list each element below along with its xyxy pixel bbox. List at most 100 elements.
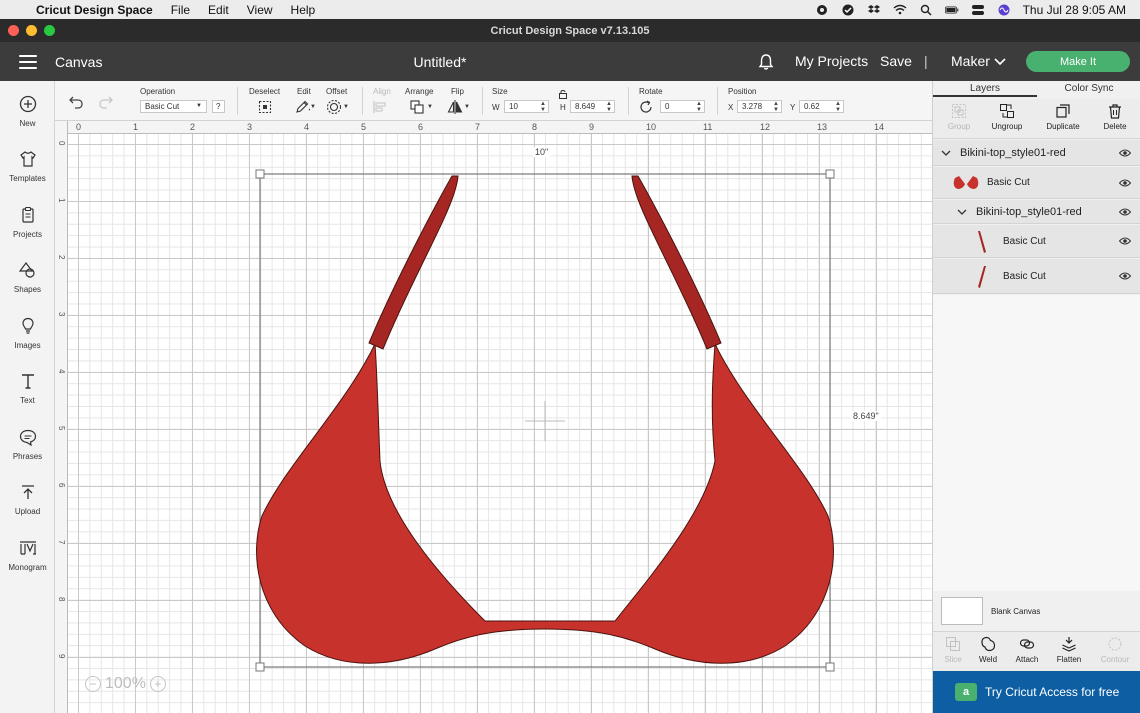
layer-row[interactable]: Basic Cut — [933, 225, 1140, 258]
edit-pen-icon[interactable] — [294, 99, 310, 115]
zoom-in-icon[interactable]: + — [149, 676, 166, 692]
layer-row[interactable]: Basic Cut — [933, 259, 1140, 294]
zoom-window-button[interactable] — [44, 25, 55, 36]
visibility-eye-icon[interactable] — [1119, 208, 1131, 216]
my-projects-link[interactable]: My Projects — [795, 53, 868, 69]
layer-subgroup-row[interactable]: Bikini-top_style01-red — [933, 200, 1140, 224]
offset-dropdown-arrow-icon[interactable]: ▼ — [343, 104, 349, 110]
sidebar-item-monogram[interactable]: Monogram — [0, 531, 55, 581]
arrange-icon[interactable] — [409, 99, 425, 115]
sidebar-item-images[interactable]: Images — [0, 309, 55, 359]
left-strap[interactable] — [368, 175, 459, 350]
layer-thumbnail-icon — [978, 266, 986, 288]
layer-row[interactable]: Basic Cut — [933, 167, 1140, 199]
chevron-down-icon[interactable] — [941, 148, 951, 158]
chevron-down-icon[interactable] — [993, 54, 1007, 68]
sidebar-item-templates[interactable]: Templates — [0, 142, 55, 192]
attach-button[interactable]: Attach — [1007, 636, 1047, 664]
sidebar-item-text[interactable]: Text — [0, 364, 55, 414]
deselect-icon[interactable] — [257, 99, 273, 115]
sidebar-item-upload[interactable]: Upload — [0, 475, 55, 525]
check-circle-icon[interactable] — [841, 4, 855, 16]
menu-file[interactable]: File — [171, 3, 190, 17]
flip-icon[interactable] — [447, 99, 463, 115]
zoom-out-icon[interactable]: − — [85, 676, 101, 692]
tab-color-sync[interactable]: Color Sync — [1037, 81, 1140, 97]
arrange-dropdown-arrow-icon[interactable]: ▼ — [427, 104, 433, 110]
cricut-access-banner[interactable]: a Try Cricut Access for free — [933, 671, 1140, 713]
menu-view[interactable]: View — [247, 3, 273, 17]
sidebar-label-projects: Projects — [13, 230, 42, 239]
redo-icon[interactable] — [98, 94, 114, 110]
siri-icon[interactable] — [997, 4, 1011, 16]
rotate-input[interactable]: 0 ▲ ▼ — [660, 100, 705, 113]
width-stepper-icon[interactable]: ▲ ▼ — [540, 101, 546, 113]
operation-select[interactable]: Basic Cut ▼ — [140, 100, 207, 113]
width-label: W — [492, 103, 500, 112]
blank-canvas-swatch[interactable] — [941, 597, 983, 625]
height-input[interactable]: 8.649 ▲ ▼ — [570, 100, 615, 113]
menu-app-name[interactable]: Cricut Design Space — [36, 3, 153, 17]
layer-group-row[interactable]: Bikini-top_style01-red — [933, 140, 1140, 166]
sidebar-item-phrases[interactable]: Phrases — [0, 420, 55, 470]
machine-select[interactable]: Maker — [951, 53, 990, 69]
sidebar-item-projects[interactable]: Projects — [0, 198, 55, 248]
height-stepper-icon[interactable]: ▲ ▼ — [606, 101, 612, 113]
visibility-eye-icon[interactable] — [1119, 179, 1131, 187]
contour-button[interactable]: Contour — [1095, 636, 1135, 664]
bell-icon[interactable] — [757, 53, 775, 71]
flatten-button[interactable]: Flatten — [1049, 636, 1089, 664]
width-input[interactable]: 10 ▲ ▼ — [504, 100, 549, 113]
sidebar-item-new[interactable]: New — [0, 87, 55, 137]
spotlight-search-icon[interactable] — [919, 4, 933, 16]
menu-help[interactable]: Help — [291, 3, 316, 17]
undo-icon[interactable] — [68, 94, 84, 110]
chevron-down-icon[interactable] — [957, 207, 967, 217]
duplicate-button[interactable]: Duplicate — [1037, 103, 1089, 131]
rotate-stepper-icon[interactable]: ▲ ▼ — [696, 101, 702, 113]
slice-button[interactable]: Slice — [933, 636, 973, 664]
edit-dropdown-arrow-icon[interactable]: ▼ — [310, 104, 316, 110]
design-canvas[interactable]: 0 1 2 3 4 5 6 7 8 9 10 11 12 13 14 0 1 2… — [55, 121, 932, 713]
blank-canvas-row[interactable]: Blank Canvas — [933, 591, 1140, 631]
align-icon[interactable] — [372, 99, 388, 115]
ungroup-button[interactable]: Ungroup — [981, 103, 1033, 131]
close-window-button[interactable] — [8, 25, 19, 36]
right-strap[interactable] — [631, 175, 722, 350]
battery-icon[interactable] — [944, 4, 959, 16]
weld-button[interactable]: Weld — [968, 636, 1008, 664]
blank-canvas-label: Blank Canvas — [991, 606, 1041, 616]
dropbox-icon[interactable] — [867, 4, 881, 16]
design-object[interactable] — [55, 121, 932, 713]
edit-label: Edit — [297, 87, 311, 96]
save-button[interactable]: Save — [880, 53, 912, 69]
wifi-icon[interactable] — [893, 4, 907, 16]
cricut-access-text: Try Cricut Access for free — [985, 685, 1120, 699]
bikini-top-body[interactable] — [256, 342, 834, 664]
delete-button[interactable]: Delete — [1089, 103, 1140, 131]
visibility-eye-icon[interactable] — [1119, 272, 1131, 280]
visibility-eye-icon[interactable] — [1119, 237, 1131, 245]
rotate-icon[interactable] — [638, 99, 654, 115]
make-it-button[interactable]: Make It — [1026, 51, 1130, 72]
layer-bottom-actions: Slice Weld Attach Flatten Contour — [933, 631, 1140, 671]
minimize-window-button[interactable] — [26, 25, 37, 36]
lock-icon[interactable] — [558, 89, 568, 99]
position-y-stepper-icon[interactable]: ▲ ▼ — [835, 101, 841, 113]
operation-help-button[interactable]: ? — [212, 100, 225, 113]
creative-cloud-icon[interactable] — [815, 4, 829, 16]
menu-edit[interactable]: Edit — [208, 3, 229, 17]
offset-icon[interactable] — [326, 99, 342, 115]
flip-dropdown-arrow-icon[interactable]: ▼ — [464, 104, 470, 110]
control-center-icon[interactable] — [971, 4, 985, 16]
document-title[interactable]: Untitled* — [0, 54, 880, 70]
sidebar-item-shapes[interactable]: Shapes — [0, 253, 55, 303]
tab-layers[interactable]: Layers — [933, 81, 1037, 97]
position-x-input[interactable]: 3.278 ▲ ▼ — [737, 100, 782, 113]
position-x-stepper-icon[interactable]: ▲ ▼ — [773, 101, 779, 113]
group-button[interactable]: Group — [933, 103, 985, 131]
layer-group-name: Bikini-top_style01-red — [960, 146, 1066, 159]
position-y-input[interactable]: 0.62 ▲ ▼ — [799, 100, 844, 113]
visibility-eye-icon[interactable] — [1119, 149, 1131, 157]
menubar-clock[interactable]: Thu Jul 28 9:05 AM — [1023, 3, 1126, 17]
